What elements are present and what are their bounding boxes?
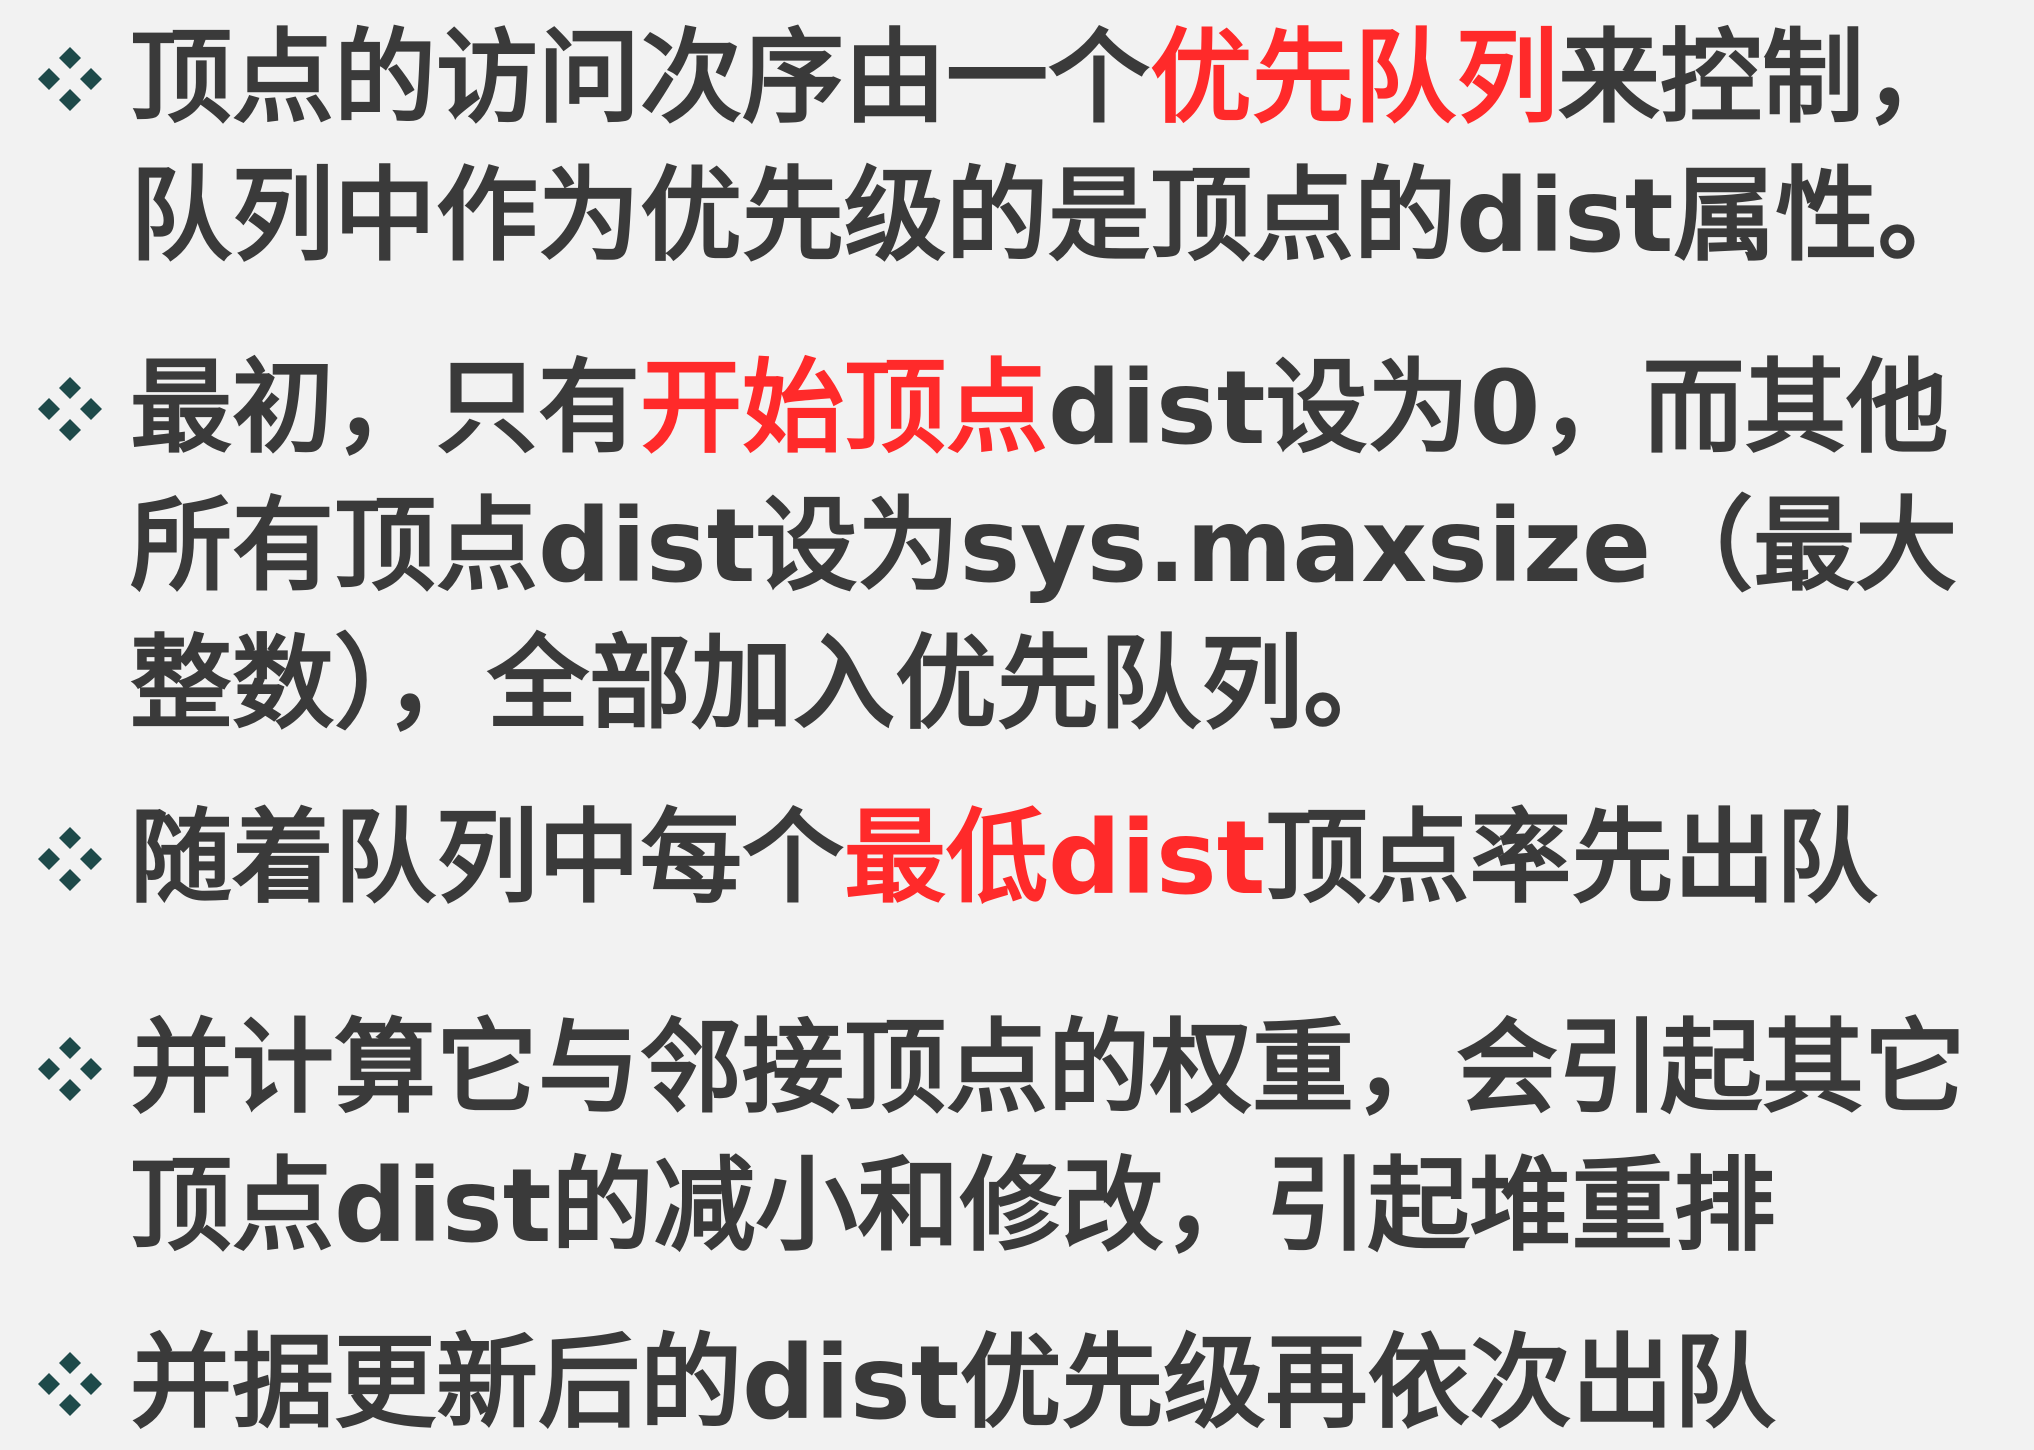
bullet-text: 并据更新后的dist优先级再依次出队	[130, 1315, 2010, 1450]
bullet-text-segment: 随着队列中每个	[130, 799, 844, 918]
bullet-text-segment: 顶点的访问次序由一个	[130, 19, 1150, 138]
four-diamond-bullet-icon	[30, 819, 110, 899]
four-diamond-bullet-icon	[30, 369, 110, 449]
highlighted-term: 开始顶点	[640, 349, 1048, 468]
bullet-list: 顶点的访问次序由一个优先队列来控制，队列中作为优先级的是顶点的dist属性。 最…	[0, 0, 2034, 1450]
bullet-text-segment: 并据更新后的dist优先级再依次出队	[130, 1324, 1776, 1443]
highlighted-term: 最低dist	[844, 799, 1266, 918]
slide: 顶点的访问次序由一个优先队列来控制，队列中作为优先级的是顶点的dist属性。 最…	[0, 0, 2034, 1450]
highlighted-term: 优先队列	[1150, 19, 1558, 138]
bullet-text: 并计算它与邻接顶点的权重，会引起其它顶点dist的减小和修改，引起堆重排	[130, 1000, 2010, 1276]
bullet-text: 顶点的访问次序由一个优先队列来控制，队列中作为优先级的是顶点的dist属性。	[130, 10, 2010, 286]
four-diamond-bullet-icon	[30, 1344, 110, 1424]
bullet-text-segment: 并计算它与邻接顶点的权重，会引起其它顶点dist的减小和修改，引起堆重排	[130, 1009, 1966, 1266]
bullet-text-segment: 顶点率先出队	[1265, 799, 1878, 918]
bullet-text: 最初，只有开始顶点dist设为0，而其他所有顶点dist设为sys.maxsiz…	[130, 340, 2010, 754]
four-diamond-bullet-icon	[30, 1029, 110, 1109]
four-diamond-bullet-icon	[30, 39, 110, 119]
bullet-text: 随着队列中每个最低dist顶点率先出队	[130, 790, 2010, 928]
bullet-text-segment: 最初，只有	[130, 349, 640, 468]
